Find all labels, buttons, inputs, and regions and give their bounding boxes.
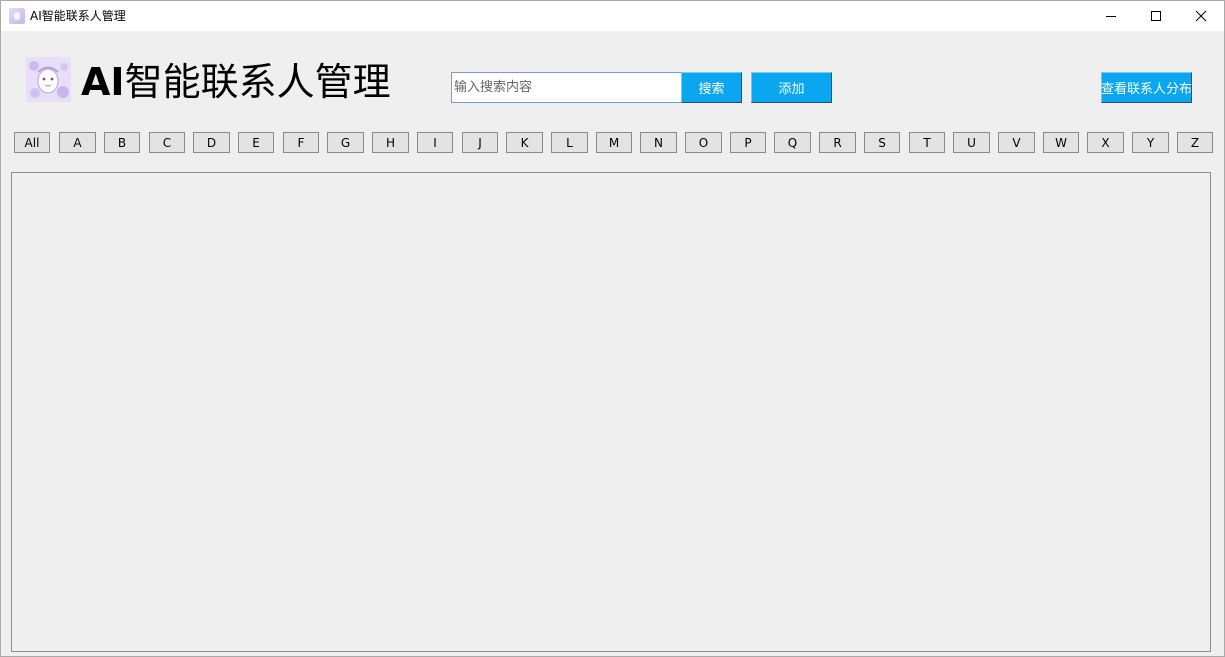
letter-button-e[interactable]: E xyxy=(238,132,274,153)
letter-button-b[interactable]: B xyxy=(104,132,140,153)
view-distribution-button[interactable]: 查看联系人分布 xyxy=(1101,72,1192,103)
close-button[interactable] xyxy=(1178,1,1223,31)
letter-button-g[interactable]: G xyxy=(327,132,364,153)
letter-button-v[interactable]: V xyxy=(998,132,1035,153)
minimize-icon xyxy=(1105,16,1116,17)
letter-button-o[interactable]: O xyxy=(685,132,722,153)
contact-list-panel[interactable] xyxy=(11,172,1211,652)
close-icon xyxy=(1195,10,1206,22)
minimize-button[interactable] xyxy=(1088,1,1133,31)
letter-button-n[interactable]: N xyxy=(640,132,677,153)
letter-button-q[interactable]: Q xyxy=(774,132,811,153)
letter-button-p[interactable]: P xyxy=(730,132,766,153)
letter-button-h[interactable]: H xyxy=(372,132,409,153)
app-logo xyxy=(26,57,71,102)
maximize-icon xyxy=(1150,11,1161,21)
page-title: AI智能联系人管理 xyxy=(81,59,391,105)
letter-button-d[interactable]: D xyxy=(193,132,230,153)
title-prefix: AI xyxy=(81,60,125,104)
letter-button-all[interactable]: All xyxy=(14,132,50,153)
letter-button-u[interactable]: U xyxy=(953,132,990,153)
letter-button-f[interactable]: F xyxy=(283,132,319,153)
letter-button-t[interactable]: T xyxy=(909,132,945,153)
search-button[interactable]: 搜索 xyxy=(681,72,742,103)
title-bar[interactable]: AI智能联系人管理 xyxy=(1,1,1224,31)
letter-button-s[interactable]: S xyxy=(864,132,900,153)
window-title: AI智能联系人管理 xyxy=(30,9,126,23)
app-window: AI智能联系人管理 AI智能联系人管理 搜索 添加 查看联系人分布 All xyxy=(0,0,1225,657)
letter-button-c[interactable]: C xyxy=(149,132,185,153)
letter-button-r[interactable]: R xyxy=(819,132,856,153)
letter-button-w[interactable]: W xyxy=(1043,132,1079,153)
letter-button-i[interactable]: I xyxy=(417,132,453,153)
letter-button-m[interactable]: M xyxy=(596,132,632,153)
add-button[interactable]: 添加 xyxy=(751,72,832,103)
app-icon xyxy=(9,8,25,24)
title-main: 智能联系人管理 xyxy=(124,60,391,104)
letter-button-a[interactable]: A xyxy=(59,132,96,153)
letter-button-x[interactable]: X xyxy=(1087,132,1124,153)
letter-button-j[interactable]: J xyxy=(462,132,498,153)
search-input[interactable] xyxy=(451,72,682,103)
letter-button-z[interactable]: Z xyxy=(1177,132,1213,153)
anime-character-icon xyxy=(26,57,71,102)
letter-button-k[interactable]: K xyxy=(506,132,543,153)
letter-button-l[interactable]: L xyxy=(551,132,588,153)
maximize-button[interactable] xyxy=(1133,1,1178,31)
letter-button-y[interactable]: Y xyxy=(1132,132,1169,153)
